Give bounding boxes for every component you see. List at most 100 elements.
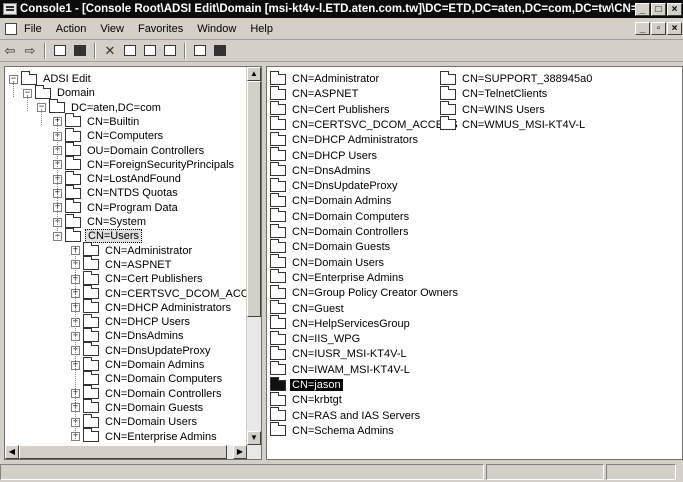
list-item-label: CN=ASPNET [292, 88, 359, 101]
tree-horizontal-scrollbar[interactable]: ◀ ▶ [5, 445, 261, 459]
list-item[interactable]: CN=Enterprise Admins [270, 269, 406, 285]
child-minimize-button[interactable]: _ [635, 22, 650, 35]
menu-bar: File Action View Favorites Window Help _… [0, 18, 683, 40]
list-item[interactable]: CN=IIS_WPG [270, 330, 362, 346]
tree-item-label: CN=DHCP Users [105, 316, 191, 329]
list-item[interactable]: CN=IWAM_MSI-KT4V-L [270, 361, 412, 377]
up-folder-icon[interactable] [50, 42, 70, 60]
list-item[interactable]: CN=IUSR_MSI-KT4V-L [270, 345, 409, 361]
list-item[interactable]: CN=Domain Controllers [270, 223, 410, 239]
list-item-label: CN=Domain Controllers [292, 226, 409, 238]
tree-item-label: CN=ForeignSecurityPrincipals [87, 158, 235, 171]
tree-item-user[interactable]: + CN=DHCP Administrators [71, 299, 233, 315]
list-item-label: CN=IIS_WPG [292, 333, 361, 346]
list-item[interactable]: CN=TelnetClients [440, 85, 549, 101]
list-item[interactable]: CN=CERTSVC_DCOM_ACCESS [270, 116, 460, 132]
list-item[interactable]: CN=Administrator [270, 70, 381, 86]
tree-item-container[interactable]: − CN=Users [53, 227, 143, 244]
list-item[interactable]: CN=Domain Users [270, 254, 386, 270]
list-item-label: CN=Cert Publishers [292, 103, 390, 116]
mmc-icon[interactable] [210, 42, 230, 60]
list-item[interactable]: CN=Domain Computers [270, 208, 411, 224]
list-item[interactable]: CN=Group Policy Creator Owners [270, 284, 460, 300]
list-item-label: CN=Guest [292, 302, 344, 315]
list-pane[interactable]: CN=Administrator CN=ASPNET CN=Cert Publish… [266, 66, 683, 460]
scroll-thumb[interactable] [247, 81, 261, 317]
scroll-left-button[interactable]: ◀ [5, 445, 19, 459]
list-item-label: CN=Schema Admins [292, 424, 394, 437]
list-item[interactable]: CN=ASPNET [270, 85, 360, 101]
tree-item-label: CN=Administrator [105, 244, 193, 257]
list-item[interactable]: CN=DnsAdmins [270, 162, 373, 178]
list-item[interactable]: CN=Cert Publishers [270, 101, 392, 117]
tree-item-dc[interactable]: − DC=aten,DC=com [37, 99, 163, 115]
tree-pane[interactable]: − ADSI Edit − Domain − DC=aten,DC=com + CN=Buil… [4, 66, 262, 460]
child-restore-button[interactable]: ▫ [651, 22, 666, 35]
tree-item-label: CN=DnsAdmins [105, 330, 184, 343]
forward-icon[interactable]: ⇨ [20, 42, 40, 60]
child-close-button[interactable]: × [667, 22, 682, 35]
list-item[interactable]: CN=Guest [270, 300, 346, 316]
help-icon[interactable] [190, 42, 210, 60]
folder-icon [83, 385, 99, 400]
list-item[interactable]: CN=krbtgt [270, 391, 344, 407]
list-item[interactable]: CN=Domain Admins [270, 192, 393, 208]
list-item[interactable]: CN=Domain Guests [270, 238, 392, 254]
menu-favorites[interactable]: Favorites [138, 23, 183, 35]
toolbar-separator [184, 42, 186, 59]
refresh-icon[interactable] [140, 42, 160, 60]
tree-item-user[interactable]: + CN=DnsUpdateProxy [71, 342, 212, 358]
tree-item-container[interactable]: + CN=ForeignSecurityPrincipals [53, 156, 236, 172]
list-item[interactable]: CN=RAS and IAS Servers [270, 407, 422, 423]
menu-help[interactable]: Help [250, 23, 273, 35]
tree-item-user[interactable]: CN=Domain Computers [71, 370, 224, 386]
list-item[interactable]: CN=DHCP Administrators [270, 131, 420, 147]
tree-vertical-scrollbar[interactable]: ▲ ▼ [246, 67, 261, 445]
list-item-label: CN=DnsUpdateProxy [292, 180, 398, 193]
status-panel-2 [486, 464, 604, 480]
back-icon[interactable]: ⇦ [0, 42, 20, 60]
folder-icon [65, 127, 81, 142]
menu-window[interactable]: Window [197, 23, 236, 35]
tree-item-adsi-edit[interactable]: − ADSI Edit [9, 70, 93, 86]
list-item[interactable]: CN=DHCP Users [270, 147, 379, 163]
show-tree-icon[interactable] [70, 42, 90, 60]
delete-icon[interactable]: ✕ [100, 42, 120, 60]
scroll-up-button[interactable]: ▲ [247, 67, 261, 81]
scroll-down-button[interactable]: ▼ [247, 431, 261, 445]
tree-connector-line [57, 123, 58, 241]
tree-item-domain[interactable]: − Domain [23, 84, 97, 100]
maximize-button[interactable]: □ [651, 2, 666, 16]
tree-item-user[interactable]: + CN=Enterprise Admins [71, 428, 219, 444]
tree-item-user[interactable]: + CN=CERTSVC_DCOM_ACCESS [71, 285, 261, 301]
tree-item-container[interactable]: + OU=Domain Controllers [53, 142, 206, 158]
list-item[interactable]: CN=Schema Admins [270, 422, 396, 438]
folder-icon [270, 147, 286, 161]
folder-icon [83, 242, 99, 257]
menu-action[interactable]: Action [56, 23, 87, 35]
list-item[interactable]: CN=WINS Users [440, 101, 547, 117]
list-item[interactable]: CN=HelpServicesGroup [270, 315, 412, 331]
export-icon[interactable] [160, 42, 180, 60]
folder-icon [49, 99, 65, 114]
list-item[interactable]: CN=SUPPORT_388945a0 [440, 70, 594, 86]
hscroll-thumb[interactable] [19, 445, 227, 459]
menu-file[interactable]: File [24, 23, 42, 35]
scroll-right-button[interactable]: ▶ [233, 445, 247, 459]
list-item[interactable]: CN=jason [270, 376, 343, 392]
tree-item-user[interactable]: + CN=Domain Controllers [71, 385, 223, 401]
list-item[interactable]: CN=WMUS_MSI-KT4V-L [440, 116, 587, 132]
menu-view[interactable]: View [100, 23, 124, 35]
properties-icon[interactable] [120, 42, 140, 60]
folder-icon [83, 356, 99, 371]
tree-connector-line [41, 109, 42, 125]
minimize-button[interactable]: _ [635, 2, 650, 16]
close-button[interactable]: × [667, 2, 682, 16]
list-item[interactable]: CN=DnsUpdateProxy [270, 177, 399, 193]
console-menu-icon[interactable] [4, 22, 18, 35]
tree-item-label: CN=Program Data [87, 201, 178, 214]
folder-icon [440, 101, 456, 116]
list-item-label: CN=DnsAdmins [292, 164, 371, 177]
mmc-app-icon[interactable] [3, 3, 17, 15]
domain-icon [35, 84, 51, 99]
